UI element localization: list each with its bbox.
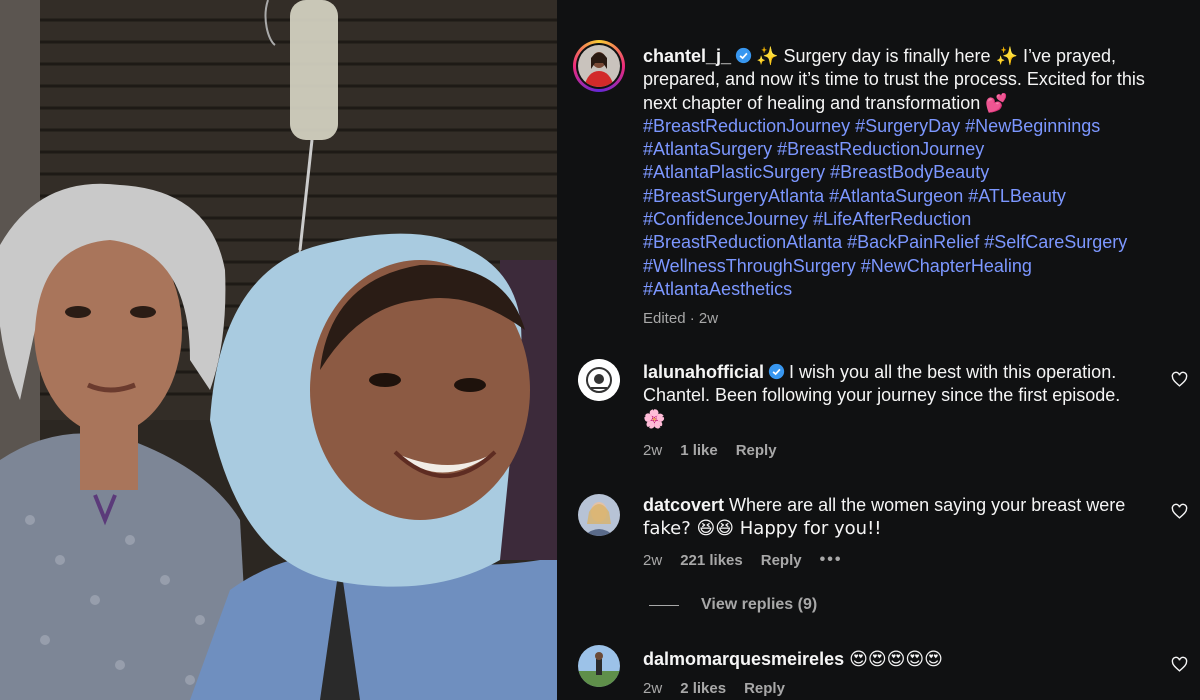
reply-button[interactable]: Reply [761, 552, 802, 569]
comment-likes[interactable]: 2 likes [680, 680, 726, 697]
more-options-icon[interactable]: ••• [820, 551, 843, 569]
comment-username[interactable]: lalunahofficial [643, 362, 764, 382]
comment-username[interactable]: datcovert [643, 495, 724, 515]
comment-text: fake? 😆😆 Happy for you!! [643, 518, 882, 540]
comment-avatar[interactable] [578, 645, 620, 687]
post-author-avatar[interactable] [573, 40, 625, 92]
comment-text: 🌸 [643, 408, 666, 430]
comment-meta: 2w 2 likes Reply [643, 680, 785, 697]
heart-outline-icon[interactable] [1171, 503, 1188, 520]
hashtag-line[interactable]: #AtlantaPlasticSurgery #BreastBodyBeauty [643, 161, 1183, 184]
comment-body: lalunahofficial I wish you all the best w… [643, 361, 1183, 431]
comment-text: 😍😍😍😍😍 [849, 649, 943, 670]
hashtag-line[interactable]: #BreastReductionJourney #SurgeryDay #New… [643, 115, 1183, 138]
comment-age: 2w [643, 442, 663, 459]
heart-outline-icon[interactable] [1171, 656, 1188, 673]
hashtag-line[interactable]: #AtlantaSurgery #BreastReductionJourney [643, 138, 1183, 161]
caption-line: ✨ Surgery day is finally here ✨ I’ve pra… [756, 46, 1117, 66]
verified-badge-icon [768, 363, 785, 380]
avatar-image [578, 45, 620, 87]
comment-body: dalmomarquesmeireles 😍😍😍😍😍 [643, 648, 1183, 671]
comment-avatar[interactable] [578, 359, 620, 401]
comment-username[interactable]: dalmomarquesmeireles [643, 649, 844, 669]
instagram-post-view: chantel_j_ ✨ Surgery day is finally here … [0, 0, 1200, 700]
caption-line: prepared, and now it’s time to trust the… [643, 69, 1145, 90]
view-replies-button[interactable]: View replies (9) [649, 596, 817, 614]
replies-divider [649, 604, 679, 606]
avatar-image [578, 494, 620, 536]
post-edited-meta: Edited · 2w [643, 310, 718, 327]
verified-badge-icon [735, 47, 752, 64]
reply-button[interactable]: Reply [744, 680, 785, 697]
hashtag-line[interactable]: #WellnessThroughSurgery #NewChapterHeali… [643, 255, 1183, 278]
hashtag-line[interactable]: #BreastReductionAtlanta #BackPainRelief … [643, 231, 1183, 254]
comment-meta: 2w 221 likes Reply ••• [643, 551, 842, 569]
comment-likes[interactable]: 221 likes [680, 552, 743, 569]
post-photo [0, 0, 557, 700]
comment-text: Where are all the women saying your brea… [729, 495, 1126, 515]
hashtag-line[interactable]: #BreastSurgeryAtlanta #AtlantaSurgeon #A… [643, 185, 1183, 208]
reply-button[interactable]: Reply [736, 442, 777, 459]
caption-line: next chapter of healing and transformati… [643, 92, 1008, 113]
comment-likes[interactable]: 1 like [680, 442, 718, 459]
comment-text: Chantel. Been following your journey sin… [643, 385, 1121, 406]
hashtag-line[interactable]: #AtlantaAesthetics [643, 278, 1183, 301]
comment-body: datcovert Where are all the women saying… [643, 494, 1183, 541]
post-author-username[interactable]: chantel_j_ [643, 46, 731, 66]
avatar-image [578, 359, 620, 401]
comment-age: 2w [643, 680, 663, 697]
comment-avatar[interactable] [578, 494, 620, 536]
hashtag-line[interactable]: #ConfidenceJourney #LifeAfterReduction [643, 208, 1183, 231]
comment-age: 2w [643, 551, 663, 569]
post-caption: chantel_j_ ✨ Surgery day is finally here … [643, 45, 1183, 301]
comment-meta: 2w 1 like Reply [643, 442, 777, 459]
comment-text: I wish you all the best with this operat… [789, 362, 1117, 382]
view-replies-label[interactable]: View replies (9) [701, 596, 817, 614]
heart-outline-icon[interactable] [1171, 371, 1188, 388]
avatar-image [578, 645, 620, 687]
edited-timestamp: Edited · 2w [643, 310, 719, 327]
